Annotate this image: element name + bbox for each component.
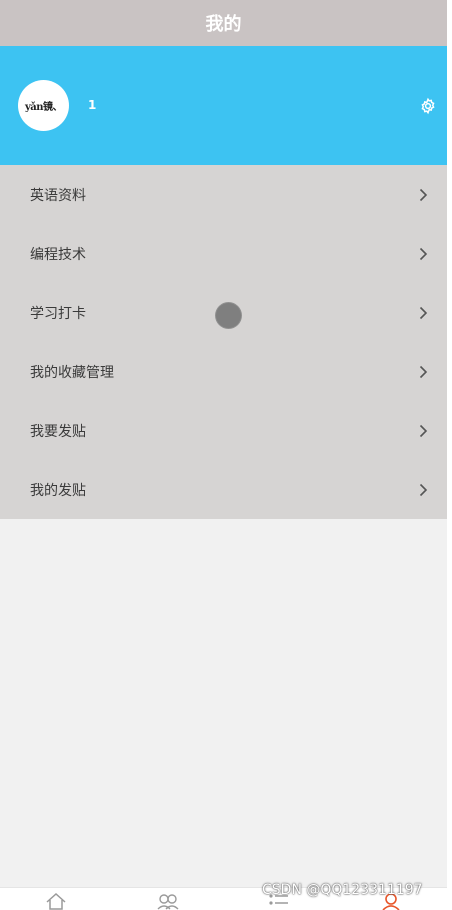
touch-indicator <box>216 303 241 328</box>
menu-item-label: 我要发贴 <box>30 423 86 440</box>
menu-item-my-posts[interactable]: 我的发贴 <box>0 460 447 519</box>
top-bar: 我的 <box>0 0 447 46</box>
chevron-right-icon <box>417 365 429 379</box>
menu-item-label: 学习打卡 <box>30 305 86 322</box>
chevron-right-icon <box>417 424 429 438</box>
mine-page: 我的 yǎn镜、 1 英语资料 编程技术 学习打卡 我的收藏管理 我要发贴 我的… <box>0 0 447 910</box>
menu-item-programming[interactable]: 编程技术 <box>0 224 447 283</box>
chevron-right-icon <box>417 306 429 320</box>
profile-header: yǎn镜、 1 <box>0 46 447 165</box>
home-icon <box>46 892 66 910</box>
community-icon <box>157 894 179 910</box>
menu-item-new-post[interactable]: 我要发贴 <box>0 401 447 460</box>
avatar-text: yǎn镜、 <box>24 102 63 113</box>
chevron-right-icon <box>417 483 429 497</box>
menu-item-label: 我的发贴 <box>30 482 86 499</box>
username: 1 <box>88 98 97 112</box>
menu-item-label: 英语资料 <box>30 187 86 204</box>
page-title: 我的 <box>205 14 242 35</box>
watermark: CSDN @QQ123311197 <box>262 882 423 898</box>
tab-community[interactable] <box>156 892 180 910</box>
menu-item-label: 编程技术 <box>30 246 86 263</box>
avatar[interactable]: yǎn镜、 <box>18 80 69 131</box>
right-edge <box>447 0 452 910</box>
menu-list: 英语资料 编程技术 学习打卡 我的收藏管理 我要发贴 我的发贴 <box>0 165 447 519</box>
menu-item-label: 我的收藏管理 <box>30 364 114 381</box>
settings-button[interactable] <box>418 96 438 116</box>
gear-icon <box>421 97 435 115</box>
tab-home[interactable] <box>44 892 68 910</box>
menu-item-english-materials[interactable]: 英语资料 <box>0 165 447 224</box>
chevron-right-icon <box>417 247 429 261</box>
menu-item-my-favorites[interactable]: 我的收藏管理 <box>0 342 447 401</box>
chevron-right-icon <box>417 188 429 202</box>
